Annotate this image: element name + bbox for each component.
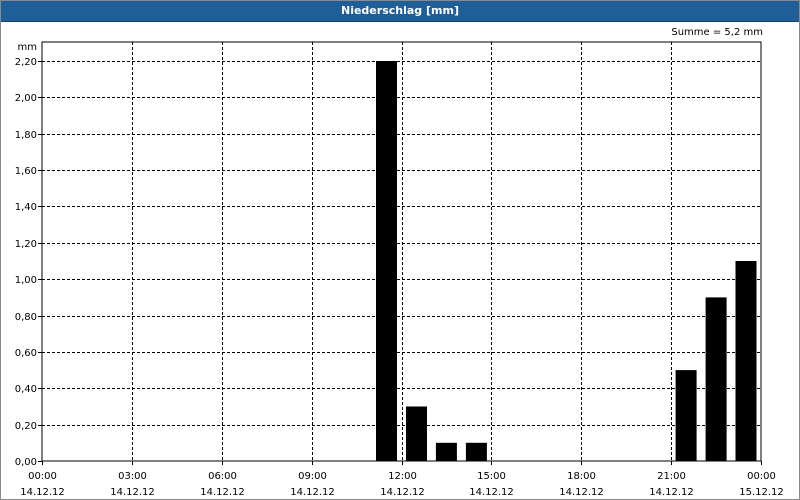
y-tick-label: 2,00 bbox=[15, 93, 37, 104]
x-tick-time-label: 06:00 bbox=[208, 471, 237, 482]
x-tick-date-label: 14.12.12 bbox=[380, 487, 425, 498]
x-tick-time-label: 21:00 bbox=[657, 471, 686, 482]
x-tick-time-label: 12:00 bbox=[388, 471, 417, 482]
precip-bar bbox=[435, 442, 457, 461]
plot-area bbox=[41, 41, 762, 462]
x-tick-time-label: 00:00 bbox=[28, 471, 57, 482]
x-tick-date-label: 14.12.12 bbox=[200, 487, 245, 498]
y-tick-label: 1,80 bbox=[15, 130, 37, 141]
y-axis-unit-label: mm bbox=[18, 42, 37, 53]
precipitation-chart: 0,00 0,20 0,40 0,60 0,80 1,00 1,20 1,40 1,60 1,80… bbox=[15, 41, 784, 498]
x-tick-date-label: 14.12.12 bbox=[290, 487, 335, 498]
precip-bar bbox=[465, 442, 487, 461]
x-tick-date-label: 14.12.12 bbox=[110, 487, 155, 498]
y-tick-label: 1,20 bbox=[15, 239, 37, 250]
precip-bar bbox=[675, 370, 697, 461]
x-tick-time-label: 09:00 bbox=[298, 471, 327, 482]
y-tick-label: 2,20 bbox=[15, 57, 37, 68]
y-tick-label: 0,40 bbox=[15, 384, 37, 395]
x-tick-time-label: 00:00 bbox=[747, 471, 776, 482]
x-tick-date-label: 14.12.12 bbox=[20, 487, 65, 498]
y-tick-label: 0,00 bbox=[15, 457, 37, 468]
x-tick-time-label: 03:00 bbox=[118, 471, 147, 482]
y-tick-label: 1,00 bbox=[15, 275, 37, 286]
x-tick-date-label: 14.12.12 bbox=[559, 487, 604, 498]
x-tick-date-label: 15.12.12 bbox=[739, 487, 784, 498]
y-tick-label: 1,40 bbox=[15, 202, 37, 213]
y-tick-label: 0,80 bbox=[15, 312, 37, 323]
precip-bar bbox=[376, 61, 397, 461]
x-tick-time-label: 15:00 bbox=[477, 471, 506, 482]
y-tick-label: 1,60 bbox=[15, 166, 37, 177]
y-tick-label: 0,60 bbox=[15, 348, 37, 359]
precip-bar bbox=[735, 261, 757, 461]
x-tick-date-label: 14.12.12 bbox=[469, 487, 514, 498]
precip-bar bbox=[406, 406, 427, 461]
y-tick-label: 0,20 bbox=[15, 421, 37, 432]
precip-bar bbox=[705, 297, 727, 461]
x-tick-time-label: 18:00 bbox=[567, 471, 596, 482]
x-tick-date-label: 14.12.12 bbox=[649, 487, 694, 498]
